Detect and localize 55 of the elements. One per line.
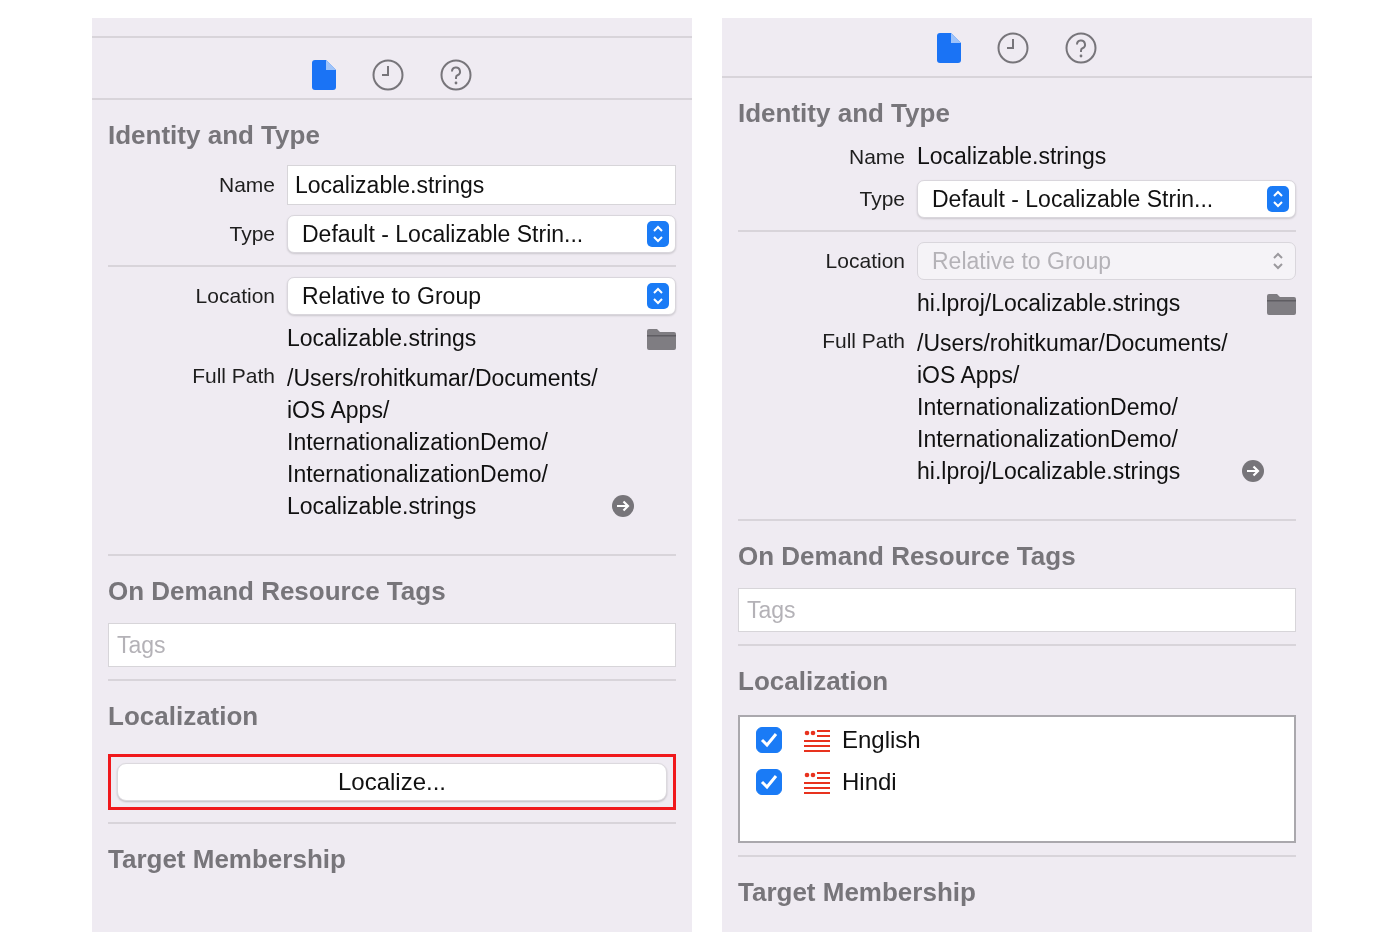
section-heading: On Demand Resource Tags	[108, 575, 447, 608]
section-heading: Identity and Type	[738, 97, 951, 130]
checkmark-icon	[760, 774, 778, 790]
language-name: Hindi	[842, 768, 897, 796]
stepper-icon	[647, 221, 669, 247]
location-dropdown[interactable]: Relative to Group	[287, 277, 676, 315]
field-label: Name	[217, 173, 275, 197]
history-tab[interactable]	[372, 59, 404, 91]
field-label: Type	[228, 222, 275, 246]
file-icon	[312, 60, 336, 90]
file-tab[interactable]	[312, 60, 336, 90]
strings-file-icon	[804, 728, 830, 752]
field-label: Location	[194, 284, 275, 308]
tags-field[interactable]: Tags	[108, 623, 676, 667]
file-tab[interactable]	[937, 33, 961, 63]
folder-icon[interactable]	[647, 327, 676, 350]
section-heading: Target Membership	[108, 843, 347, 876]
full-path: /Users/rohitkumar/Documents/iOS Apps/InternationalizationDemo/InternationalizationDemo/Localizable.strings	[287, 364, 599, 521]
strings-file-icon	[804, 770, 830, 794]
language-name: English	[842, 726, 921, 754]
checkbox[interactable]	[756, 727, 782, 753]
type-dropdown[interactable]: Default - Localizable Strin...	[917, 180, 1296, 218]
clock-icon	[372, 59, 404, 91]
location-path: hi.lproj/Localizable.strings	[917, 290, 1181, 317]
clock-icon	[997, 32, 1029, 64]
section-heading: Target Membership	[738, 876, 977, 909]
help-tab[interactable]	[440, 59, 472, 91]
arrow-circle-icon[interactable]	[612, 495, 634, 517]
field-label: Name	[847, 144, 905, 169]
tags-field[interactable]: Tags	[738, 588, 1296, 632]
type-dropdown[interactable]: Default - Localizable Strin...	[287, 215, 676, 253]
localize-button[interactable]: Localize...	[117, 763, 667, 801]
stepper-icon	[1267, 186, 1289, 212]
arrow-circle-icon[interactable]	[1242, 460, 1264, 482]
file-icon	[937, 33, 961, 63]
field-label: Full Path	[821, 328, 905, 353]
section-heading: Identity and Type	[108, 119, 321, 152]
name-field[interactable]: Localizable.strings	[287, 165, 676, 205]
field-label: Full Path	[191, 363, 275, 388]
help-tab[interactable]	[1065, 32, 1097, 64]
help-icon	[440, 59, 472, 91]
field-label: Type	[858, 187, 905, 211]
stepper-icon	[647, 283, 669, 309]
section-heading: Localization	[738, 665, 890, 698]
section-heading: Localization	[108, 700, 260, 733]
section-heading: On Demand Resource Tags	[738, 540, 1077, 573]
full-path: /Users/rohitkumar/Documents/iOS Apps/InternationalizationDemo/InternationalizationDemo/hi.lproj/Localizable.strings	[917, 329, 1229, 486]
location-path: Localizable.strings	[287, 325, 477, 352]
field-label: Location	[824, 249, 905, 273]
name-value: Localizable.strings	[917, 143, 1108, 170]
history-tab[interactable]	[997, 32, 1029, 64]
checkmark-icon	[760, 732, 778, 748]
help-icon	[1065, 32, 1097, 64]
checkbox[interactable]	[756, 769, 782, 795]
folder-icon[interactable]	[1267, 292, 1296, 315]
